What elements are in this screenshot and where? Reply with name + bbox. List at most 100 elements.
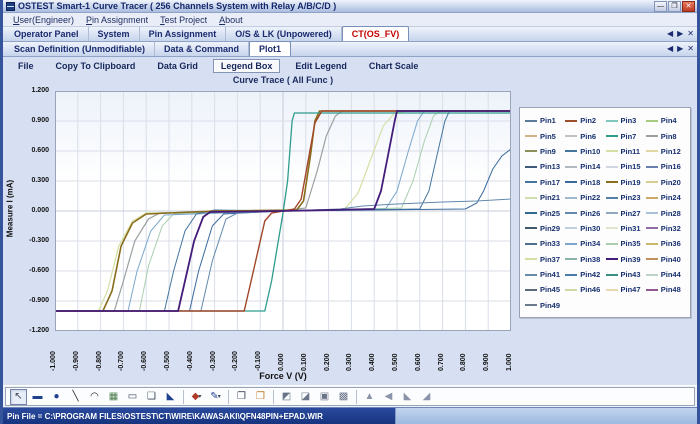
y-tick-label: -0.600 <box>3 267 49 274</box>
tab-operator-panel[interactable]: Operator Panel <box>5 27 89 41</box>
flip-horizontal-button[interactable]: ◀ <box>380 389 397 405</box>
rectangle-tool-icon: ▬ <box>33 391 43 402</box>
image-tool[interactable]: ▦ <box>105 389 122 405</box>
arc-tool-icon: ◠ <box>90 391 99 402</box>
bring-forward-button[interactable]: ▣ <box>316 389 333 405</box>
legend-item-pin20: Pin20 <box>646 175 686 190</box>
line-color-tool[interactable]: ✎▾ <box>207 389 224 405</box>
rectangle-tool[interactable]: ▬ <box>29 389 46 405</box>
x-tick-label: 0.900 <box>483 333 490 371</box>
legend-item-pin22: Pin22 <box>565 190 605 205</box>
paste-button[interactable]: ❒ <box>252 389 269 405</box>
x-tick-label: -0.400 <box>187 333 194 371</box>
legend-item-pin37: Pin37 <box>525 252 565 267</box>
title-bar: OSTEST Smart-1 Curve Tracer ( 256 Channe… <box>3 0 697 13</box>
legend-item-pin2: Pin2 <box>565 113 605 128</box>
callout-tool[interactable]: ❑ <box>143 389 160 405</box>
legend-label: Pin8 <box>661 132 677 141</box>
legend-label: Pin29 <box>540 224 560 233</box>
legend-item-pin42: Pin42 <box>565 267 605 282</box>
legend-swatch <box>565 258 577 260</box>
legend-label: Pin39 <box>621 255 641 264</box>
x-tick-label: 1.000 <box>506 333 513 371</box>
legend-swatch <box>565 135 577 137</box>
fill-color-tool[interactable]: ◆▾ <box>188 389 205 405</box>
restore-button[interactable]: ❐ <box>668 1 681 12</box>
legend-item-pin18: Pin18 <box>565 175 605 190</box>
copy-to-clipboard-button[interactable]: Copy To Clipboard <box>49 60 143 72</box>
bring-to-front-button[interactable]: ◩ <box>278 389 295 405</box>
file-button[interactable]: File <box>11 60 41 72</box>
legend-swatch <box>606 135 618 137</box>
dropdown-caret-icon[interactable]: ▾ <box>198 393 201 400</box>
copy-button-icon: ❐ <box>237 391 246 402</box>
legend-swatch <box>606 227 618 229</box>
ellipse-tool[interactable]: ● <box>48 389 65 405</box>
select-tool[interactable]: ↖ <box>10 389 27 405</box>
flip-horizontal-button-icon: ◀ <box>385 391 393 402</box>
tab-system[interactable]: System <box>89 27 140 41</box>
legend-item-pin26: Pin26 <box>565 205 605 220</box>
legend-item-pin43: Pin43 <box>606 267 646 282</box>
scroll-left-icon[interactable]: ◀ <box>667 44 673 54</box>
copy-button[interactable]: ❐ <box>233 389 250 405</box>
legend-swatch <box>525 197 537 199</box>
scroll-left-icon[interactable]: ◀ <box>667 29 673 39</box>
data-grid-button[interactable]: Data Grid <box>150 60 205 72</box>
legend-swatch <box>646 289 658 291</box>
arc-tool[interactable]: ◠ <box>86 389 103 405</box>
scroll-right-icon[interactable]: ▶ <box>677 44 683 54</box>
minimize-button[interactable]: — <box>654 1 667 12</box>
rotate-right-button[interactable]: ◢ <box>418 389 435 405</box>
chart-scale-button[interactable]: Chart Scale <box>362 60 426 72</box>
tab-data-command[interactable]: Data & Command <box>155 42 249 56</box>
flip-vertical-button[interactable]: ▲ <box>361 389 378 405</box>
textbox-tool[interactable]: ▭ <box>124 389 141 405</box>
x-tick-label: -0.900 <box>73 333 80 371</box>
legend-swatch <box>565 289 577 291</box>
legend-label: Pin28 <box>661 209 681 218</box>
tab-plot1[interactable]: Plot1 <box>249 41 291 56</box>
rotate-left-button[interactable]: ◣ <box>399 389 416 405</box>
y-tick-label: 1.200 <box>3 87 49 94</box>
ellipse-tool-icon: ● <box>53 391 59 402</box>
menu-item-about[interactable]: About <box>213 15 249 25</box>
chart-title: Curve Trace ( All Func ) <box>55 75 511 85</box>
legend-label: Pin16 <box>661 162 681 171</box>
x-tick-label: 0.600 <box>415 333 422 371</box>
legend-swatch <box>525 181 537 183</box>
legend-label: Pin3 <box>621 116 637 125</box>
line-tool[interactable]: ╲ <box>67 389 84 405</box>
legend-swatch <box>525 150 537 152</box>
legend-swatch <box>606 166 618 168</box>
y-tick-label: 0.600 <box>3 147 49 154</box>
legend-swatch <box>565 166 577 168</box>
legend-label: Pin1 <box>540 116 556 125</box>
send-backward-button[interactable]: ▩ <box>335 389 352 405</box>
close-tab-icon[interactable]: ✕ <box>687 44 694 54</box>
tab-o-s-lk-unpowered[interactable]: O/S & LK (Unpowered) <box>226 27 342 41</box>
legend-box-button[interactable]: Legend Box <box>213 59 281 73</box>
legend-item-pin10: Pin10 <box>565 144 605 159</box>
send-to-back-button[interactable]: ◪ <box>297 389 314 405</box>
legend-label: Pin4 <box>661 116 677 125</box>
close-tab-icon[interactable]: ✕ <box>687 29 694 39</box>
close-button[interactable]: ✕ <box>682 1 695 12</box>
menu-item-test-project[interactable]: Test Project <box>154 15 213 25</box>
bring-to-front-button-icon: ◩ <box>282 391 291 402</box>
tab-scan-definition-unmodifiable[interactable]: Scan Definition (Unmodifiable) <box>5 42 155 56</box>
dropdown-caret-icon[interactable]: ▾ <box>218 393 221 400</box>
x-tick-label: -0.500 <box>164 333 171 371</box>
tab-pin-assignment[interactable]: Pin Assignment <box>140 27 227 41</box>
legend-swatch <box>606 212 618 214</box>
tab-ct-os-fv[interactable]: CT(OS_FV) <box>342 26 410 41</box>
shape-tool[interactable]: ◣ <box>162 389 179 405</box>
x-tick-label: 0.500 <box>392 333 399 371</box>
menu-item-pin-assignment[interactable]: Pin Assignment <box>80 15 154 25</box>
legend-label: Pin30 <box>580 224 600 233</box>
edit-legend-button[interactable]: Edit Legend <box>288 60 354 72</box>
scroll-right-icon[interactable]: ▶ <box>677 29 683 39</box>
legend-swatch <box>565 197 577 199</box>
send-to-back-button-icon: ◪ <box>301 391 310 402</box>
menu-item-user-engineer[interactable]: User(Engineer) <box>7 15 80 25</box>
